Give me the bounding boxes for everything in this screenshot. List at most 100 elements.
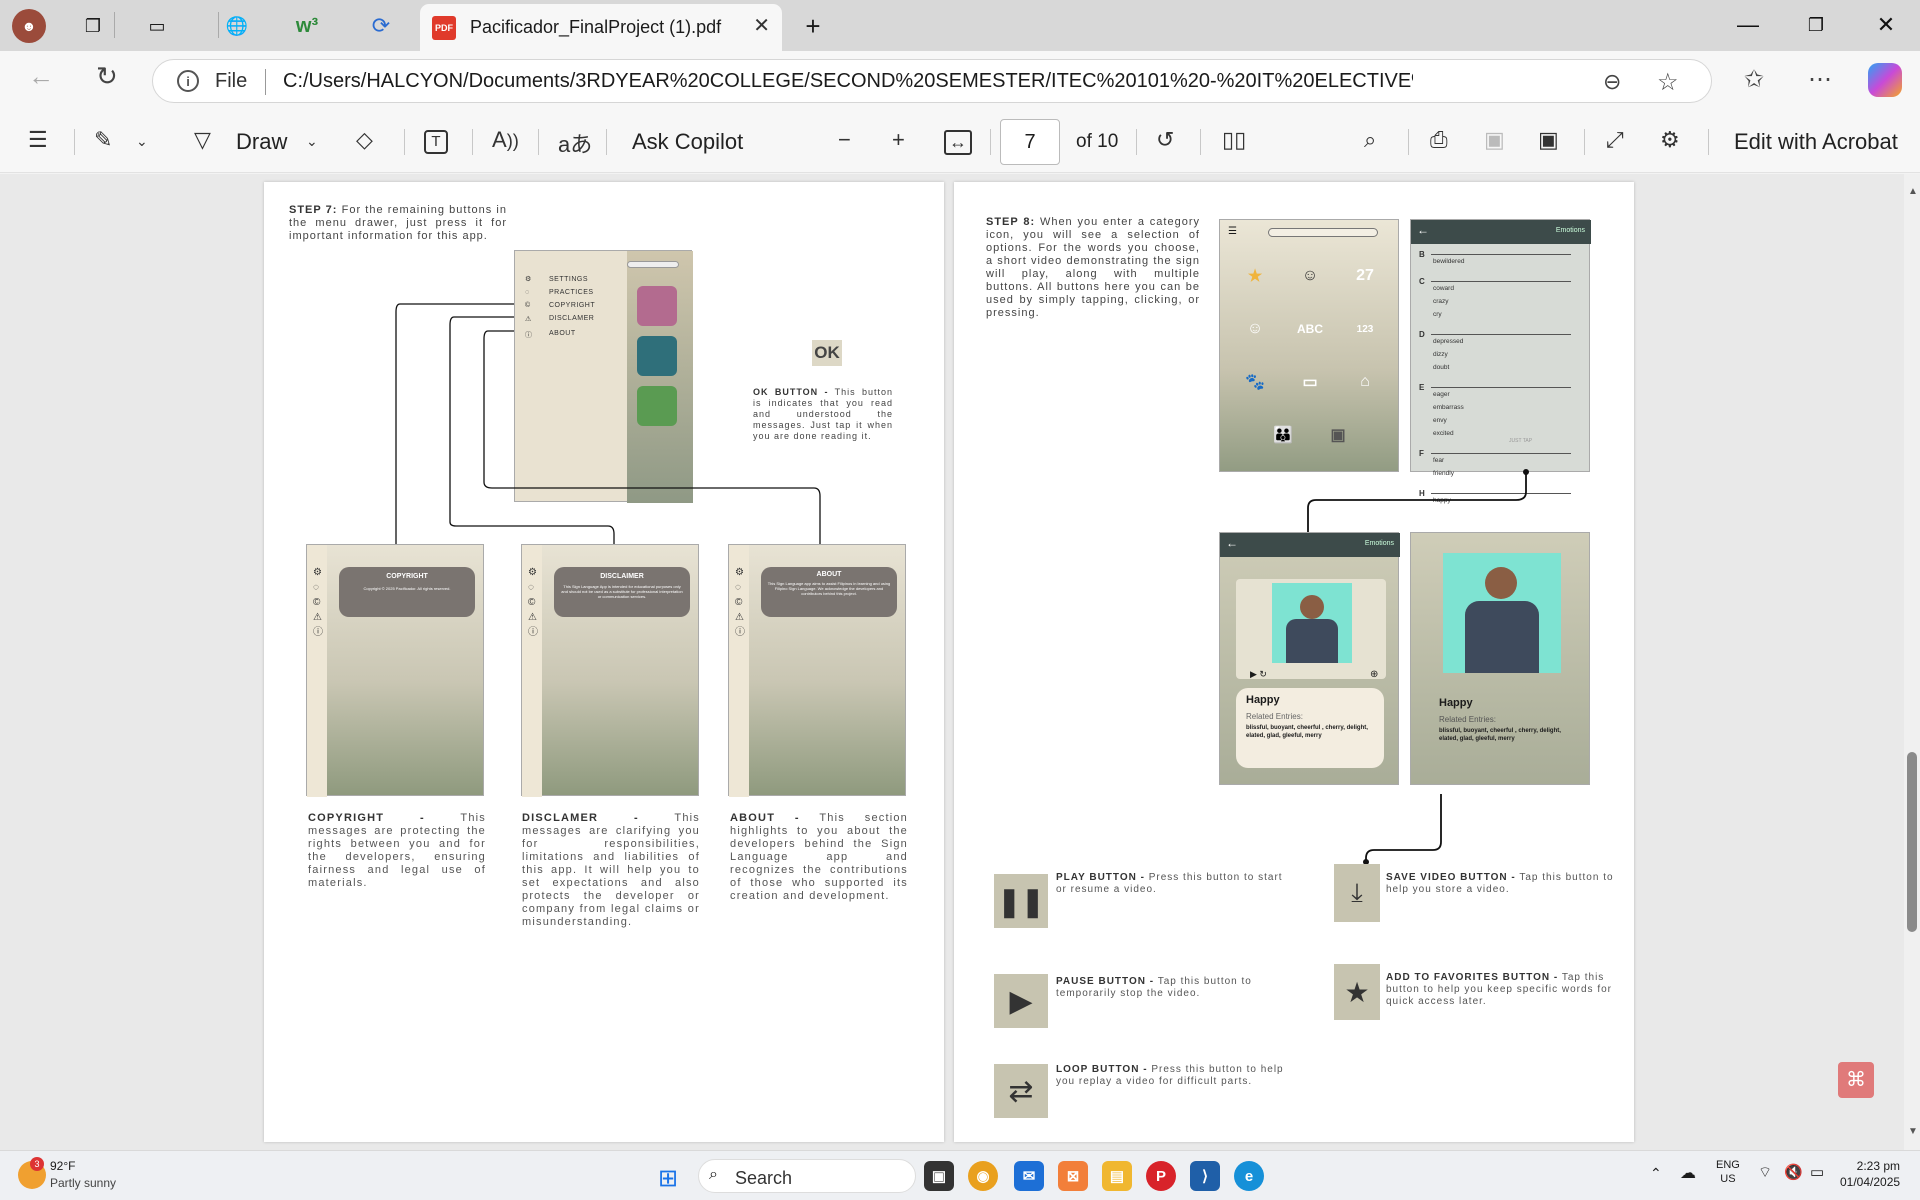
save-icon: ▣ bbox=[1484, 127, 1505, 152]
zoom-out-minus-icon[interactable]: − bbox=[838, 127, 851, 153]
favorite-star-icon[interactable]: ☆ bbox=[1657, 68, 1679, 97]
zoom-out-icon[interactable]: ⊖ bbox=[1603, 69, 1621, 95]
caption-label: PAUSE BUTTON - bbox=[1056, 976, 1155, 987]
taskbar-search[interactable]: ⌕ Search bbox=[698, 1159, 916, 1193]
pinterest-icon[interactable]: P bbox=[1146, 1161, 1176, 1191]
acrobat-fab-icon[interactable]: ⌘ bbox=[1838, 1062, 1874, 1098]
windows-start-icon[interactable]: ⊞ bbox=[658, 1164, 678, 1193]
disclaimer-dialog: DISCLAIMER This Sign Language App is int… bbox=[554, 567, 690, 617]
address-prefix: File bbox=[215, 70, 248, 92]
translate-icon[interactable]: aあ bbox=[558, 127, 592, 159]
xampp-icon[interactable]: ⊠ bbox=[1058, 1161, 1088, 1191]
text-box-icon[interactable]: T bbox=[424, 130, 448, 154]
wifi-icon[interactable]: ⌔ bbox=[1758, 1163, 1772, 1182]
caption-label: PLAY BUTTON - bbox=[1056, 872, 1145, 883]
page-number-input[interactable]: 7 bbox=[1000, 119, 1060, 165]
window-close-icon[interactable]: ✕ bbox=[1856, 6, 1916, 44]
dialog-title: DISCLAIMER bbox=[600, 573, 644, 580]
ok-caption-label: OK BUTTON - bbox=[753, 387, 829, 397]
scroll-down-icon[interactable]: ▼ bbox=[1908, 1126, 1918, 1137]
language-indicator[interactable]: ENG US bbox=[1716, 1158, 1740, 1186]
onedrive-icon[interactable]: ☁ bbox=[1680, 1163, 1696, 1183]
clock[interactable]: 2:23 pm 01/04/2025 bbox=[1840, 1158, 1900, 1190]
workspaces-icon[interactable]: ❐ bbox=[76, 9, 110, 43]
scrollbar-thumb[interactable] bbox=[1907, 752, 1917, 932]
copilot-icon[interactable] bbox=[1868, 63, 1902, 97]
dialog-body: This Sign Language app aims to assist Fi… bbox=[767, 581, 891, 596]
pause-bars-icon: ❚❚ bbox=[997, 885, 1045, 917]
file-explorer-icon[interactable]: ▤ bbox=[1102, 1161, 1132, 1191]
back-icon[interactable]: ← bbox=[28, 61, 54, 92]
globe-icon[interactable]: 🌐 bbox=[220, 9, 254, 43]
read-aloud-icon[interactable]: A)) bbox=[492, 127, 519, 153]
info-icon[interactable]: i bbox=[177, 70, 199, 92]
zoom-in-plus-icon[interactable]: + bbox=[892, 127, 905, 153]
eraser-icon[interactable]: ◇ bbox=[356, 127, 373, 153]
loop-button-sample: ⇄ bbox=[994, 1064, 1048, 1118]
copyright-caption: COPYRIGHT - This messages are protecting… bbox=[308, 812, 486, 890]
print-icon[interactable]: ⎙ bbox=[1430, 127, 1448, 153]
chrome-icon[interactable]: ◉ bbox=[968, 1161, 998, 1191]
page-view-icon[interactable]: ▯▯ bbox=[1222, 127, 1246, 153]
refresh-icon[interactable]: ↻ bbox=[96, 61, 118, 92]
battery-icon[interactable]: ▭ bbox=[1810, 1163, 1824, 1181]
divider bbox=[114, 12, 115, 38]
search-icon: ⌕ bbox=[709, 1166, 718, 1183]
divider bbox=[1200, 129, 1201, 155]
address-bar[interactable]: i File C:/Users/HALCYON/Documents/3RDYEA… bbox=[152, 59, 1712, 103]
related-words: blissful, buoyant, cheerful , cherry, de… bbox=[1246, 725, 1368, 739]
dialog-body: This Sign Language App is intended for e… bbox=[561, 584, 683, 599]
scroll-up-icon[interactable]: ▲ bbox=[1908, 186, 1918, 197]
favorites-button-sample: ★ bbox=[1334, 964, 1380, 1020]
pdf-viewer[interactable]: STEP 7: For the remaining buttons in the… bbox=[0, 174, 1920, 1150]
divider bbox=[1408, 129, 1409, 155]
about-screenshot: ⚙ ◌ © ⚠ ⓘ ABOUT This Sign Language app aims … bbox=[728, 544, 906, 797]
weather-temp[interactable]: 92°F bbox=[50, 1159, 75, 1173]
draw-button[interactable]: Draw bbox=[236, 129, 287, 155]
ask-copilot-button[interactable]: Ask Copilot bbox=[632, 129, 743, 155]
draw-icon[interactable]: ▽ bbox=[194, 127, 211, 153]
about-dialog: ABOUT This Sign Language app aims to ass… bbox=[761, 567, 897, 617]
more-icon[interactable]: ⋯ bbox=[1808, 65, 1832, 94]
weather-desc[interactable]: Partly sunny bbox=[50, 1176, 116, 1190]
minimize-icon[interactable]: — bbox=[1718, 6, 1778, 44]
signer-video bbox=[1272, 583, 1352, 663]
mail-app-icon[interactable]: ✉ bbox=[1014, 1161, 1044, 1191]
fullscreen-icon[interactable]: ⤢ bbox=[1606, 127, 1624, 153]
tab-actions-icon[interactable]: ▭ bbox=[140, 9, 174, 43]
w3schools-tab-icon[interactable]: w³ bbox=[290, 9, 324, 43]
loop-button-caption: LOOP BUTTON - Press this button to help … bbox=[1056, 1064, 1288, 1088]
search-icon[interactable]: ⌕ bbox=[1364, 127, 1376, 153]
show-hidden-icons-chevron-icon[interactable]: ⌃ bbox=[1650, 1165, 1662, 1182]
vscode-icon[interactable]: ⟩ bbox=[1190, 1161, 1220, 1191]
favorites-icon[interactable]: ✩ bbox=[1744, 65, 1764, 94]
video-header-title: Emotions bbox=[1364, 540, 1394, 547]
vertical-scrollbar[interactable]: ▲ ▼ bbox=[1904, 174, 1920, 1150]
loading-tab-icon[interactable]: ⟳ bbox=[364, 9, 398, 43]
video-screen-1: ← Emotions ▶ ↻ ⊕ Happy Related Entries: … bbox=[1219, 532, 1400, 785]
fit-width-icon[interactable]: ↔ bbox=[944, 130, 972, 155]
contents-list-icon[interactable]: ☰ bbox=[28, 127, 48, 153]
chevron-down-icon[interactable]: ⌄ bbox=[306, 133, 318, 150]
caption-label: ADD TO FAVORITES BUTTON - bbox=[1386, 972, 1559, 983]
pdf-file-icon: PDF bbox=[432, 16, 456, 40]
chevron-down-icon[interactable]: ⌄ bbox=[136, 133, 148, 150]
task-view-icon[interactable]: ▣ bbox=[924, 1161, 954, 1191]
copyright-screenshot: ⚙ ◌ © ⚠ ⓘ COPYRIGHT Copyright © 2025 Pacific… bbox=[306, 544, 484, 797]
profile-avatar-icon[interactable]: ☻ bbox=[12, 9, 46, 43]
edit-with-acrobat-button[interactable]: Edit with Acrobat bbox=[1734, 129, 1898, 155]
restore-icon[interactable]: ❐ bbox=[1786, 6, 1846, 44]
tab-active-pdf[interactable]: PDF Pacificador_FinalProject (1).pdf ✕ bbox=[420, 4, 782, 51]
signer-head bbox=[1300, 595, 1324, 619]
new-tab-icon[interactable]: + bbox=[796, 9, 830, 43]
volume-muted-icon[interactable]: 🔇 bbox=[1784, 1163, 1803, 1181]
settings-gear-icon[interactable]: ⚙ bbox=[1660, 127, 1680, 153]
highlight-icon[interactable]: ✎ bbox=[94, 127, 112, 153]
save-as-icon[interactable]: ▣ bbox=[1538, 127, 1559, 153]
video-frame bbox=[1236, 579, 1386, 679]
video-word: Happy bbox=[1439, 697, 1473, 709]
url-text[interactable]: C:/Users/HALCYON/Documents/3RDYEAR%20COL… bbox=[283, 70, 1413, 93]
edge-icon[interactable]: e bbox=[1234, 1161, 1264, 1191]
rotate-icon[interactable]: ↺ bbox=[1156, 127, 1174, 153]
close-tab-icon[interactable]: ✕ bbox=[753, 13, 770, 38]
